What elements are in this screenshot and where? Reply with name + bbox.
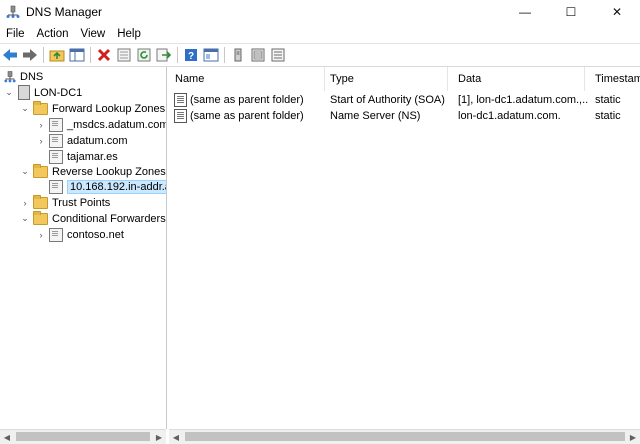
menu-bar: File Action View Help (0, 24, 640, 43)
tree-label: Forward Lookup Zones (52, 102, 166, 115)
window-title: DNS Manager (26, 4, 103, 19)
column-header-data[interactable]: Data (452, 67, 585, 91)
tree-label: Conditional Forwarders (52, 212, 166, 225)
tree-label: DNS (20, 70, 44, 83)
cell-data: [1], lon-dc1.adatum.com.,... (458, 94, 589, 106)
column-header-type[interactable]: Type (324, 67, 448, 91)
zone-icon (49, 117, 63, 132)
table-row[interactable]: (same as parent folder) Start of Authori… (169, 92, 640, 108)
cell-timestamp: static (595, 110, 621, 122)
cell-type: Name Server (NS) (330, 110, 421, 122)
refresh-icon[interactable] (135, 46, 153, 64)
menu-action[interactable]: Action (31, 28, 75, 40)
up-folder-icon[interactable] (48, 46, 66, 64)
scroll-thumb[interactable] (185, 432, 625, 441)
toolbar-separator (43, 47, 44, 63)
record-icon (174, 93, 187, 107)
tree-item-forwarder[interactable]: › contoso.net (36, 227, 124, 242)
details-pane: Name Type Data Timestamp (same as parent… (169, 67, 640, 429)
tree-label: adatum.com (67, 134, 128, 147)
record-icon (174, 109, 187, 123)
cell-type: Start of Authority (SOA) (330, 94, 445, 106)
list-horizontal-scrollbar[interactable]: ◀ ▶ (169, 429, 640, 444)
tree-item-zone[interactable]: › _msdcs.adatum.com (36, 117, 167, 132)
chevron-down-icon[interactable]: ⌄ (20, 166, 30, 177)
tree-label: contoso.net (67, 228, 124, 241)
toolbar-separator (90, 47, 91, 63)
records-icon[interactable] (269, 46, 287, 64)
folder-icon (33, 100, 48, 115)
minimize-button[interactable]: — (502, 0, 548, 23)
tree-label: _msdcs.adatum.com (67, 118, 167, 131)
cell-name: (same as parent folder) (174, 92, 324, 108)
cell-name: (same as parent folder) (174, 108, 324, 124)
tree-label: Reverse Lookup Zones (52, 165, 166, 178)
tree-label: Trust Points (52, 196, 111, 209)
toolbar-separator (224, 47, 225, 63)
chevron-right-icon[interactable]: › (36, 230, 46, 240)
chevron-down-icon[interactable]: ⌄ (20, 213, 30, 224)
tree-label: tajamar.es (67, 150, 118, 163)
scroll-right-icon[interactable]: ▶ (626, 430, 640, 444)
toolbar: ? (0, 43, 640, 67)
folder-icon (33, 210, 48, 225)
tree-horizontal-scrollbar[interactable]: ◀ ▶ (0, 429, 166, 444)
console-tree: DNS ⌄ LON-DC1 ⌄ Forward Lookup Zones › _… (0, 67, 167, 429)
back-icon[interactable] (1, 46, 19, 64)
tree-item-reverse-zones[interactable]: ⌄ Reverse Lookup Zones (20, 163, 166, 179)
zone-icon (49, 179, 63, 194)
record-name: (same as parent folder) (190, 110, 304, 122)
column-header-name[interactable]: Name (169, 67, 325, 91)
menu-file[interactable]: File (0, 28, 31, 40)
chevron-right-icon[interactable]: › (36, 136, 46, 146)
chevron-right-icon[interactable]: › (20, 198, 30, 208)
svg-text:?: ? (188, 51, 194, 62)
chevron-right-icon[interactable]: › (36, 120, 46, 130)
server-icon (18, 85, 30, 100)
scroll-right-icon[interactable]: ▶ (152, 430, 166, 444)
tree-label: 10.168.192.in-addr.arpa (67, 179, 166, 194)
forward-icon[interactable] (21, 46, 39, 64)
tree-item-zone[interactable]: › adatum.com (36, 133, 128, 148)
title-bar: DNS Manager — ☐ ✕ (0, 0, 640, 23)
scroll-left-icon[interactable]: ◀ (169, 430, 183, 444)
tree-item-zone[interactable]: tajamar.es (49, 149, 118, 164)
help-icon[interactable]: ? (182, 46, 200, 64)
toolbar-separator (177, 47, 178, 63)
record-name: (same as parent folder) (190, 94, 304, 106)
column-header-timestamp[interactable]: Timestamp (589, 67, 640, 91)
tree-item-server[interactable]: ⌄ LON-DC1 (4, 85, 82, 100)
chevron-down-icon[interactable]: ⌄ (4, 87, 14, 98)
server-icon[interactable] (229, 46, 247, 64)
dns-manager-icon (6, 5, 20, 19)
zone-list-icon[interactable] (249, 46, 267, 64)
tree-item-trust-points[interactable]: › Trust Points (20, 194, 111, 210)
tree-item-dns[interactable]: DNS (4, 69, 43, 84)
menu-view[interactable]: View (75, 28, 112, 40)
zone-icon (49, 149, 63, 164)
dns-root-icon (4, 70, 16, 83)
zone-icon (49, 227, 63, 242)
scroll-thumb[interactable] (16, 432, 150, 441)
cell-timestamp: static (595, 94, 621, 106)
folder-icon (33, 194, 48, 209)
console-icon[interactable] (202, 46, 220, 64)
delete-icon[interactable] (95, 46, 113, 64)
tree-item-forward-zones[interactable]: ⌄ Forward Lookup Zones (20, 100, 166, 116)
folder-icon (33, 163, 48, 178)
properties-icon[interactable] (115, 46, 133, 64)
chevron-down-icon[interactable]: ⌄ (20, 103, 30, 114)
tree-item-reverse-zone-selected[interactable]: 10.168.192.in-addr.arpa (49, 179, 166, 194)
tree-label: LON-DC1 (34, 86, 83, 99)
close-button[interactable]: ✕ (594, 0, 640, 23)
cell-data: lon-dc1.adatum.com. (458, 110, 561, 122)
tree-item-conditional-forwarders[interactable]: ⌄ Conditional Forwarders (20, 210, 166, 226)
maximize-button[interactable]: ☐ (548, 0, 594, 23)
export-list-icon[interactable] (155, 46, 173, 64)
zone-icon (49, 133, 63, 148)
table-row[interactable]: (same as parent folder) Name Server (NS)… (169, 108, 640, 124)
menu-help[interactable]: Help (111, 28, 147, 40)
scroll-left-icon[interactable]: ◀ (0, 430, 14, 444)
show-hide-tree-icon[interactable] (68, 46, 86, 64)
